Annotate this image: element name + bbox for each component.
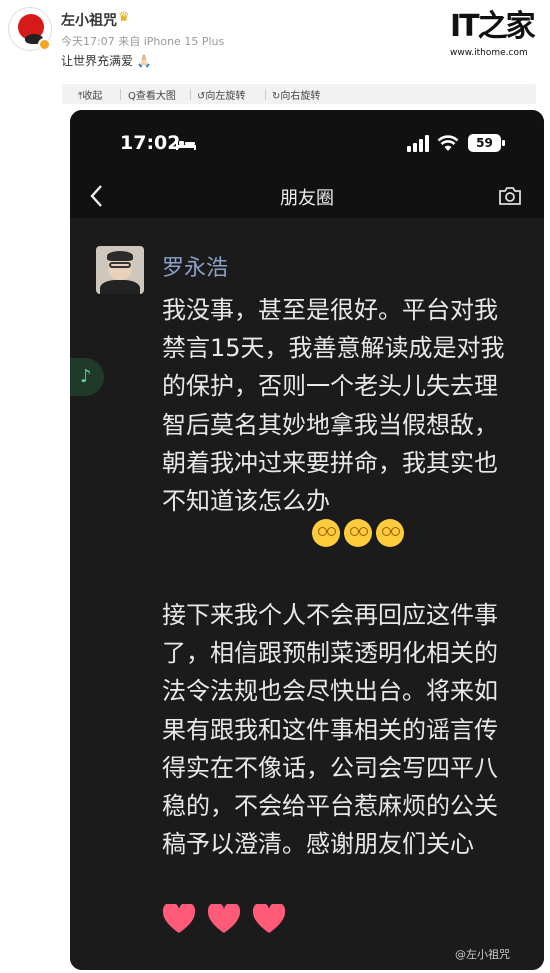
heart-icon bbox=[207, 904, 241, 933]
wifi-icon bbox=[437, 135, 459, 151]
ithome-wordmark: IT之家 bbox=[450, 9, 536, 44]
poster-avatar[interactable] bbox=[96, 246, 144, 294]
nav-title: 朋友圈 bbox=[280, 188, 334, 209]
phone-screenshot[interactable]: 17:02 59 朋友圈 罗永浩 我没事，甚至是很好。平台对我禁言15天，我善意… bbox=[70, 110, 544, 970]
moments-feed: 罗永浩 我没事，甚至是很好。平台对我禁言15天，我善意解读成是对我的保护，否则一… bbox=[70, 218, 544, 970]
view-large-button[interactable]: Q查看大图 bbox=[128, 87, 176, 102]
ithome-logo: IT之家 www.ithome.com bbox=[450, 12, 540, 64]
verified-badge-icon bbox=[38, 38, 51, 51]
sleep-focus-icon bbox=[176, 140, 196, 150]
battery-indicator: 59 bbox=[468, 134, 501, 152]
moment-text-1: 我没事，甚至是很好。平台对我禁言15天，我善意解读成是对我的保护，否则一个老头儿… bbox=[162, 296, 505, 516]
post-meta: 今天17:07 来自 iPhone 15 Plus bbox=[61, 35, 225, 48]
heart-icon bbox=[162, 904, 196, 933]
dizzy-face-icon bbox=[376, 519, 404, 547]
music-note-icon: ♪ bbox=[80, 366, 92, 387]
dizzy-face-icon bbox=[312, 519, 340, 547]
camera-icon[interactable] bbox=[498, 185, 522, 207]
status-time: 17:02 bbox=[120, 132, 181, 154]
weibo-post: 左小祖咒 ♛ 今天17:07 来自 iPhone 15 Plus 让世界充满爱 … bbox=[0, 0, 550, 973]
image-toolbar: ⤒收起 Q查看大图 ↺向左旋转 ↻向右旋转 bbox=[62, 84, 536, 104]
status-bar: 17:02 59 bbox=[70, 110, 544, 180]
moments-navbar: 朋友圈 bbox=[70, 174, 544, 218]
moment-text-2: 接下来我个人不会再回应这件事了，相信跟预制菜透明化相关的法令法规也会尽快出台。将… bbox=[162, 601, 498, 859]
collapse-button[interactable]: ⤒收起 bbox=[78, 87, 102, 102]
dizzy-emoji-row bbox=[312, 519, 408, 551]
vip-crown-icon: ♛ bbox=[118, 10, 130, 25]
dizzy-face-icon bbox=[344, 519, 372, 547]
cellular-signal-icon bbox=[407, 135, 429, 152]
rotate-right-button[interactable]: ↻向右旋转 bbox=[272, 87, 320, 102]
ithome-url: www.ithome.com bbox=[450, 48, 528, 58]
author-name[interactable]: 左小祖咒 bbox=[61, 10, 117, 30]
post-content: 让世界充满爱 🙏🏻 bbox=[61, 54, 152, 68]
poster-name[interactable]: 罗永浩 bbox=[162, 250, 228, 282]
weibo-watermark: @左小祖咒 bbox=[455, 948, 510, 961]
heart-icon bbox=[253, 904, 286, 933]
post-header: 左小祖咒 ♛ 今天17:07 来自 iPhone 15 Plus 让世界充满爱 … bbox=[0, 0, 550, 80]
hearts-row bbox=[162, 904, 292, 938]
rotate-left-button[interactable]: ↺向左旋转 bbox=[197, 87, 245, 102]
